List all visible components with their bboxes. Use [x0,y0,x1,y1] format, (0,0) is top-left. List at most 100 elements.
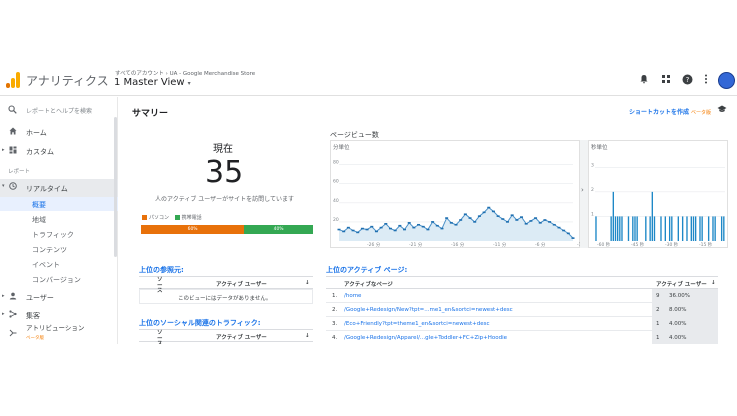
col-source[interactable]: ソース [157,330,167,344]
data-point [393,229,397,232]
sidebar-item-label: 地域 [32,216,46,224]
data-point [403,228,407,231]
sort-desc-icon[interactable]: ↓ [305,333,310,339]
sidebar-item-realtime[interactable]: ▾ リアルタイム [0,179,118,197]
bar [694,216,697,241]
sidebar-item-home[interactable]: ホーム [0,124,118,140]
data-point [566,232,570,235]
bar [634,216,636,241]
top-active-pages-title: 上位のアクティブ ページ: [326,266,408,274]
home-icon [9,127,17,137]
account-breadcrumb[interactable]: すべてのアカウント › UA - Google Merchandise Stor… [115,69,255,77]
x-tick-label: -26 分 [367,241,381,248]
sort-desc-icon[interactable]: ↓ [711,280,716,286]
data-point [534,217,538,219]
data-point [482,211,486,214]
row-percent: 36.00% [669,293,690,299]
per-second-chart-svg: 3 2 1 -60 秒 -45 秒 -30 秒 -15 秒 [591,162,725,248]
chevron-right-icon: ▸ [2,293,5,299]
apps-icon[interactable] [660,74,672,87]
y-tick-label: 20 [333,217,339,223]
avatar[interactable] [718,72,735,89]
bar [699,216,701,241]
bar [668,216,671,241]
sort-desc-icon[interactable]: ↓ [305,280,310,286]
table-row: 1. /home 9 36.00% [326,289,718,303]
y-tick-label: 2 [591,187,594,193]
data-point [477,215,481,217]
y-tick-label: 80 [333,160,339,166]
page-link[interactable]: /home [344,293,361,299]
row-percent: 8.00% [669,307,687,313]
help-icon[interactable]: ? [681,74,693,88]
data-point [520,216,524,218]
bar [677,216,679,241]
data-point [342,230,346,233]
col-active-users[interactable]: アクティブ ユーザー [216,280,267,288]
x-tick-label: -6 分 [535,241,546,248]
sidebar-item-overview[interactable]: 概要 [0,197,118,211]
report-search[interactable]: レポートとヘルプを検索 [0,103,118,119]
row-rank: 4. [332,335,338,341]
more-vert-icon[interactable] [700,74,712,87]
per-minute-chart: 80604020-26 分-21 分-16 分-11 分-6 分-1 分 分単位 [330,140,581,248]
data-point [356,231,360,234]
sidebar-item-label: 集客 [26,312,40,320]
empty-message: このビューにはデータがありません。 [178,296,272,302]
sidebar-item-acquisition[interactable]: ▸ 集客 [0,307,118,323]
pageviews-title: ページビュー数 [330,131,379,139]
analytics-app: アナリティクス すべてのアカウント › UA - Google Merchand… [0,56,737,344]
sidebar-item-events[interactable]: イベント [0,257,118,271]
sidebar-item-locations[interactable]: 地域 [0,212,118,226]
chevron-down-icon: ▾ [2,183,5,189]
data-point [365,228,369,231]
sidebar-item-label: コンバージョン [32,276,81,284]
bar [612,191,614,241]
col-active-page[interactable]: アクティブなページ [344,280,393,288]
page-link[interactable]: /Google+Redesign/Apparel/...gle+Toddler+… [344,335,507,341]
sidebar-item-attribution[interactable]: アトリビューション ベータ版 [0,323,118,344]
col-active-users[interactable]: アクティブ ユーザー [216,333,267,341]
data-point [370,225,374,228]
row-users: 9 [656,293,660,299]
graduation-cap-icon[interactable] [717,105,727,115]
data-point [571,237,575,239]
sidebar-item-content[interactable]: コンテンツ [0,242,118,256]
x-tick-label: -30 秒 [665,241,679,248]
data-point [374,230,378,233]
sidebar-item-label: ホーム [26,129,47,137]
create-shortcut-link[interactable]: ショートカットを作成 ベータ版 [629,107,711,116]
sidebar-item-label: 概要 [32,201,46,209]
device-legend: パソコン 携帯電話 [142,214,202,221]
top-social-title: 上位のソーシャル関連のトラフィック: [139,319,261,327]
active-pages-table: アクティブなページ アクティブ ユーザー ↓ 1. /home 9 36.00% 2. /… [326,276,718,344]
page-link[interactable]: /Google+Redesign/New?tpt=...me1_en&sortc… [344,307,513,313]
bell-icon[interactable] [638,74,650,87]
bar [653,216,656,241]
data-point [538,222,542,224]
sidebar-item-audience[interactable]: ▸ ユーザー [0,289,118,305]
legend-desktop: パソコン [149,215,170,221]
sidebar-item-custom[interactable]: ▸ カスタム [0,143,118,159]
view-selector[interactable]: 1 Master View ▾ [114,77,191,88]
bar [692,216,695,241]
search-icon [8,105,17,116]
sidebar-item-conversions[interactable]: コンバージョン [0,272,118,286]
per-minute-label: 分単位 [333,145,350,151]
data-point [562,229,566,232]
bar [686,216,688,241]
data-point [440,227,444,230]
chart-splitter[interactable]: › [580,140,588,248]
sidebar-item-traffic[interactable]: トラフィック [0,227,118,241]
bar [664,216,666,241]
table-header: ソース アクティブ ユーザー ↓ [139,276,313,294]
person-icon [9,292,17,302]
per-second-chart: 3 2 1 -60 秒 -45 秒 -30 秒 -15 秒 秒単位 [588,140,728,248]
sidebar-scrollbar[interactable] [114,117,117,257]
col-active-users[interactable]: アクティブ ユーザー [656,280,707,288]
page-title: サマリー [132,109,169,119]
analytics-logo[interactable] [6,72,20,88]
page-link[interactable]: /Eco+Friendly?tpt=theme1_en&sortci=newes… [344,321,489,327]
bar [645,216,647,241]
data-point [379,226,383,229]
